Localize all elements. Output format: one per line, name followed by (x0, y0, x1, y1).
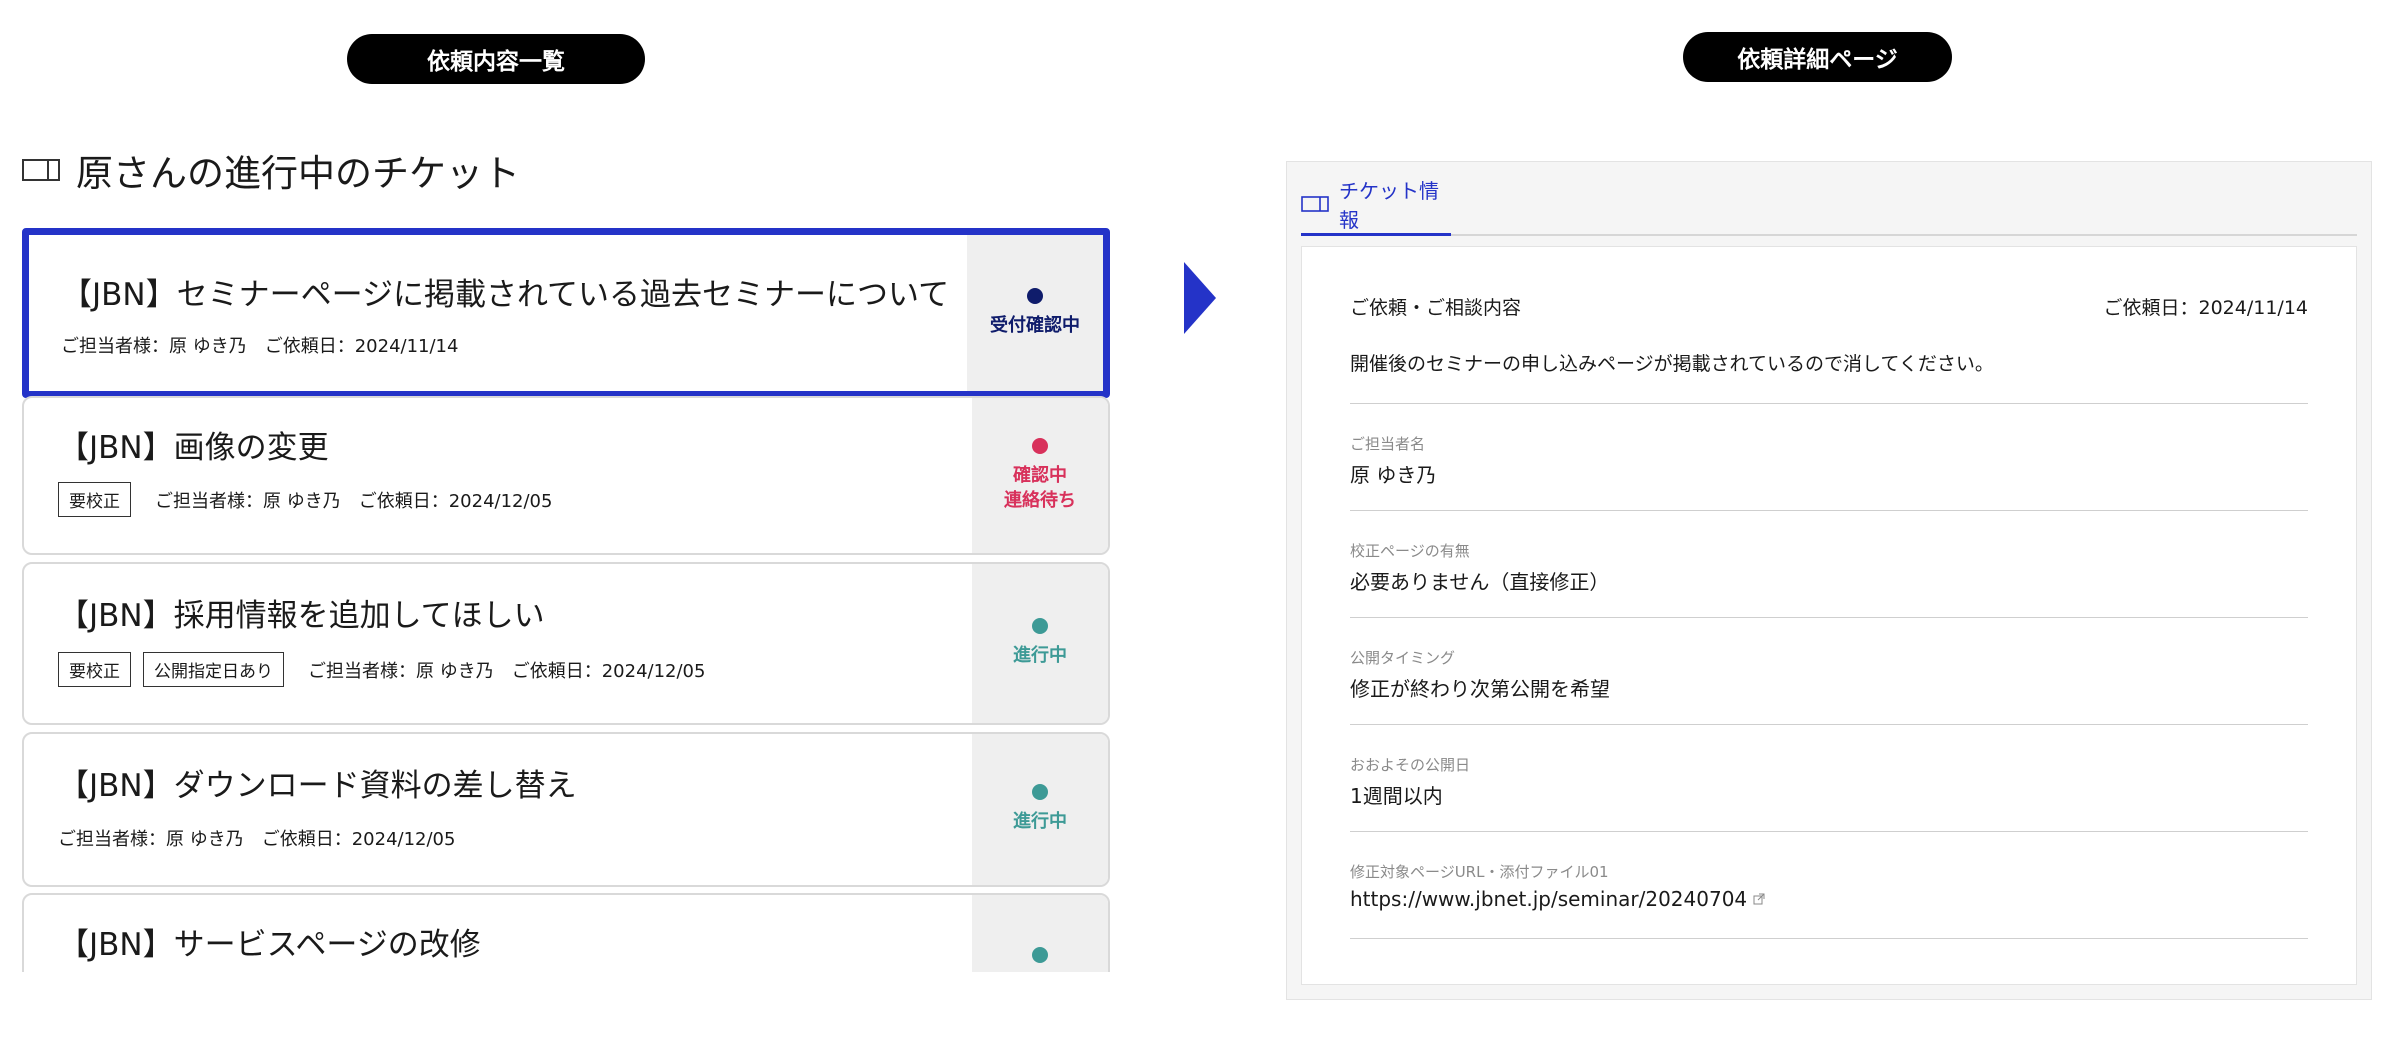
page-title-row: 原さんの進行中のチケット (22, 142, 520, 198)
detail-header: ご依頼・ご相談内容 ご依頼日：2024/11/14 (1350, 293, 2308, 320)
ticket-meta-text: ご担当者様：原 ゆき乃 ご依頼日：2024/12/05 (58, 829, 456, 850)
field-label-proof-page: 校正ページの有無 (1350, 542, 1470, 560)
ticket-status: 確認中 連絡待ち (972, 398, 1108, 553)
divider (1350, 403, 2308, 404)
ticket-title: 【JBN】セミナーページに掲載されている過去セミナーについて (61, 277, 950, 313)
target-url-link[interactable]: https://www.jbnet.jp/seminar/20240704 (1350, 887, 1747, 911)
ticket-title: 【JBN】画像の変更 (58, 430, 329, 466)
ticket-card[interactable]: 【JBN】サービスページの改修 (22, 893, 1110, 972)
ticket-status: 進行中 (972, 564, 1108, 723)
ticket-meta: 要校正 ご担当者様：原 ゆき乃 ご依頼日：2024/12/05 (58, 482, 552, 517)
status-label: 進行中 (1013, 645, 1067, 667)
tab-ticket-info[interactable]: チケット情報 (1301, 174, 1451, 236)
status-label: 受付確認中 (990, 314, 1080, 336)
status-label: 進行中 (1013, 811, 1067, 833)
tag-publish-date: 公開指定日あり (143, 652, 284, 687)
field-value-contact: 原 ゆき乃 (1350, 459, 1436, 488)
status-label: 確認中 連絡待ち (1004, 465, 1076, 511)
tag-proofreading: 要校正 (58, 482, 131, 517)
divider (1350, 510, 2308, 511)
ticket-title: 【JBN】採用情報を追加してほしい (58, 598, 545, 634)
ticket-title: 【JBN】ダウンロード資料の差し替え (58, 768, 577, 804)
field-value-text: 1週間以内 (1350, 784, 1443, 808)
ticket-meta: ご担当者様：原 ゆき乃 ご依頼日：2024/11/14 (61, 332, 458, 358)
ticket-status (972, 895, 1108, 972)
page-title: 原さんの進行中のチケット (76, 152, 520, 195)
divider (1350, 724, 2308, 725)
status-dot (1032, 438, 1048, 455)
field-label-publish-timing: 公開タイミング (1350, 649, 1456, 667)
ticket-card-selected[interactable]: 【JBN】セミナーページに掲載されている過去セミナーについて ご担当者様：原 ゆ… (22, 228, 1110, 398)
ticket-title: 【JBN】サービスページの改修 (58, 927, 481, 963)
ticket-card[interactable]: 【JBN】ダウンロード資料の差し替え ご担当者様：原 ゆき乃 ご依頼日：2024… (22, 732, 1110, 887)
divider (1350, 831, 2308, 832)
ticket-meta-text: ご担当者様：原 ゆき乃 ご依頼日：2024/12/05 (155, 490, 553, 512)
ticket-meta: ご担当者様：原 ゆき乃 ご依頼日：2024/12/05 (58, 825, 455, 851)
ticket-meta: 要校正 公開指定日あり ご担当者様：原 ゆき乃 ご依頼日：2024/12/05 (58, 652, 705, 687)
ticket-icon (1301, 195, 1329, 212)
detail-description: 開催後のセミナーの申し込みページが掲載されているので消してください。 (1350, 353, 1994, 375)
status-dot (1027, 287, 1043, 304)
detail-heading: ご依頼・ご相談内容 (1350, 297, 1522, 319)
status-dot (1032, 947, 1048, 963)
tab-label: チケット情報 (1339, 178, 1439, 232)
field-label-publish-date: おおよその公開日 (1350, 756, 1471, 774)
ticket-card[interactable]: 【JBN】画像の変更 要校正 ご担当者様：原 ゆき乃 ご依頼日：2024/12/… (22, 396, 1110, 555)
ticket-icon (22, 159, 60, 181)
field-value-text: 必要ありません（直接修正） (1350, 570, 1610, 594)
arrow-right-icon (1184, 262, 1216, 334)
detail-section-label: 依頼詳細ページ (1683, 32, 1952, 82)
field-value-publish-date: 1週間以内 (1350, 780, 1443, 809)
list-section-label: 依頼内容一覧 (347, 34, 645, 84)
ticket-status: 受付確認中 (967, 235, 1103, 391)
tag-proofreading: 要校正 (58, 652, 131, 687)
ticket-card[interactable]: 【JBN】採用情報を追加してほしい 要校正 公開指定日あり ご担当者様：原 ゆき… (22, 562, 1110, 725)
detail-card: ご依頼・ご相談内容 ご依頼日：2024/11/14 開催後のセミナーの申し込みペ… (1301, 246, 2357, 985)
ticket-meta-text: ご担当者様：原 ゆき乃 ご依頼日：2024/11/14 (61, 336, 459, 357)
field-value-text: 修正が終わり次第公開を希望 (1350, 677, 1610, 701)
detail-request-date: ご依頼日：2024/11/14 (2103, 297, 2308, 319)
field-label-target-url: 修正対象ページURL・添付ファイル01 (1350, 863, 1609, 881)
field-value-target-url[interactable]: https://www.jbnet.jp/seminar/20240704 (1350, 887, 1765, 911)
external-link-icon (1753, 893, 1765, 905)
field-label-contact: ご担当者名 (1350, 435, 1426, 453)
status-dot (1032, 784, 1048, 801)
field-value-text: 原 ゆき乃 (1350, 463, 1437, 487)
field-value-proof-page: 必要ありません（直接修正） (1350, 566, 1609, 595)
detail-panel: チケット情報 ご依頼・ご相談内容 ご依頼日：2024/11/14 開催後のセミナ… (1286, 161, 2372, 1000)
field-value-publish-timing: 修正が終わり次第公開を希望 (1350, 673, 1610, 702)
ticket-status: 進行中 (972, 734, 1108, 885)
ticket-list: 【JBN】セミナーページに掲載されている過去セミナーについて ご担当者様：原 ゆ… (22, 228, 1110, 972)
divider (1350, 938, 2308, 939)
status-dot (1032, 618, 1048, 635)
detail-tabbar: チケット情報 (1301, 174, 2357, 236)
divider (1350, 617, 2308, 618)
ticket-meta-text: ご担当者様：原 ゆき乃 ご依頼日：2024/12/05 (308, 660, 706, 682)
